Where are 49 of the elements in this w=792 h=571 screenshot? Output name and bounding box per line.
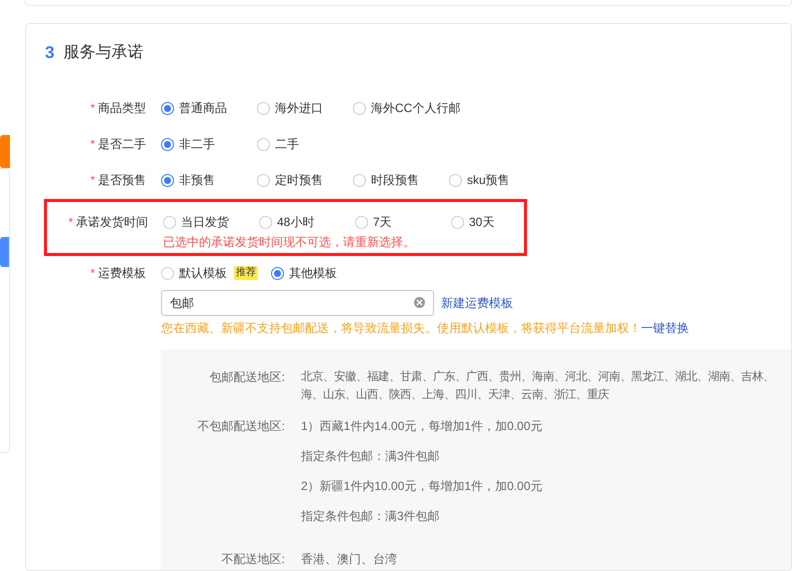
error-message: 已选中的承诺发货时间现不可选，请重新选择。 <box>163 234 416 251</box>
field-label: 运费模板 <box>98 265 146 282</box>
side-tab-marker <box>0 135 10 168</box>
side-tab-marker <box>0 237 9 267</box>
radio-label[interactable]: 其他模板 <box>289 264 337 282</box>
template-input-field[interactable]: 包邮 <box>161 290 434 316</box>
detail-text: 1）西藏1件内14.00元，每增加1件，加0.00元 <box>301 418 542 435</box>
radio-label[interactable]: 时段预售 <box>371 171 419 189</box>
required-mark: * <box>68 214 73 231</box>
radio-label[interactable]: sku预售 <box>467 171 510 189</box>
field-label: 商品类型 <box>98 100 146 117</box>
radio-label[interactable]: 当日发货 <box>181 213 229 231</box>
warning-message: 您在西藏、新疆不支持包邮配送，将导致流量损失。使用默认模板，将获得平台流量加权！ <box>161 320 641 337</box>
radio-label[interactable]: 海外CC个人行邮 <box>371 99 460 117</box>
radio-button[interactable] <box>161 174 174 186</box>
radio-label[interactable]: 非二手 <box>179 135 215 153</box>
field-label: 是否二手 <box>98 136 146 153</box>
radio-label[interactable]: 二手 <box>275 135 299 153</box>
detail-text: 指定条件包邮：满3件包邮 <box>301 508 441 525</box>
radio-label[interactable]: 普通商品 <box>179 99 227 117</box>
radio-label[interactable]: 48小时 <box>277 213 314 231</box>
radio-label[interactable]: 默认模板 <box>179 264 227 282</box>
field-label: 承诺发货时间 <box>76 214 148 231</box>
radio-button[interactable] <box>161 102 174 114</box>
detail-label: 包邮配送地区: <box>208 369 285 386</box>
required-mark: * <box>90 265 95 282</box>
radio-label[interactable]: 定时预售 <box>275 171 323 189</box>
radio-button[interactable] <box>271 266 284 280</box>
detail-text: 指定条件包邮：满3件包邮 <box>301 448 441 465</box>
new-template-link[interactable]: 新建运费模板 <box>441 294 513 312</box>
field-label: 是否预售 <box>98 172 146 189</box>
detail-text: 2）新疆1件内10.00元，每增加1件，加0.00元 <box>301 478 542 495</box>
detail-label: 不配送地区: <box>220 551 285 568</box>
radio-label[interactable]: 海外进口 <box>275 99 323 117</box>
radio-label[interactable]: 30天 <box>469 213 494 231</box>
detail-label: 不包邮配送地区: <box>196 418 285 435</box>
detail-text: 海、山东、山西、陕西、上海、四川、天津、云南、浙江、重庆 <box>301 387 610 403</box>
recommend-badge: 推荐 <box>234 266 258 280</box>
radio-label[interactable]: 7天 <box>373 213 392 231</box>
radio-label[interactable]: 非预售 <box>179 171 215 189</box>
detail-text: 北京、安徽、福建、甘肃、广东、广西、贵州、海南、河北、河南、黑龙江、湖北、湖南、吉林、 <box>301 369 774 385</box>
replace-link[interactable]: 一键替换 <box>641 319 689 337</box>
section-title: 服务与承诺 <box>63 42 144 63</box>
required-mark: * <box>90 172 95 189</box>
required-mark: * <box>90 136 95 153</box>
detail-text: 香港、澳门、台湾 <box>301 551 397 568</box>
required-mark: * <box>90 100 95 117</box>
section-number: 3 <box>45 42 54 64</box>
radio-button[interactable] <box>161 138 174 150</box>
